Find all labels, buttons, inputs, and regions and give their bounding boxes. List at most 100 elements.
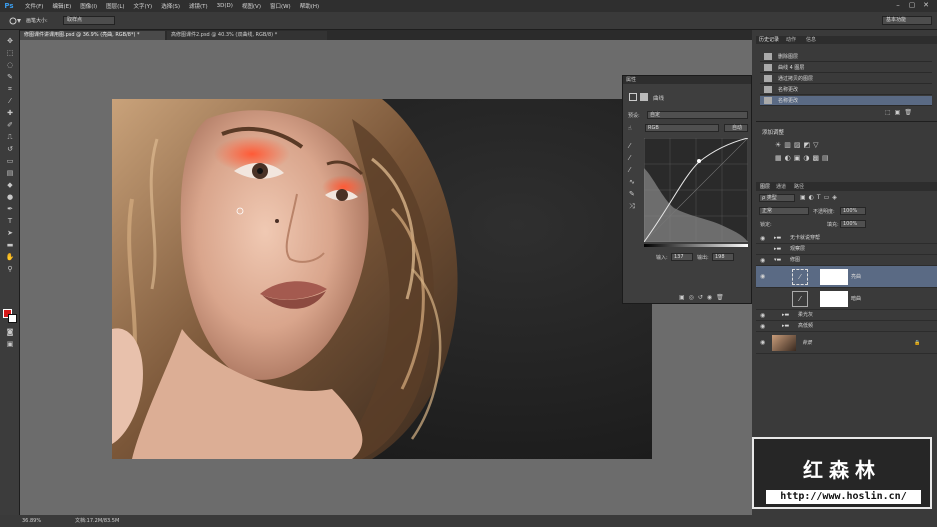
- menu-layer[interactable]: 图层(L): [106, 2, 124, 10]
- lock-label: 锁定:: [760, 222, 772, 228]
- layer-row[interactable]: ◉ ▸▬ 高低频: [756, 321, 937, 332]
- clone-stamp-tool-icon[interactable]: ⎍: [4, 132, 16, 142]
- type-tool-icon[interactable]: T: [4, 216, 16, 226]
- gradient-tool-icon[interactable]: ▤: [4, 168, 16, 178]
- pen-tool-icon[interactable]: ✒: [4, 204, 16, 214]
- menu-help[interactable]: 帮助(H): [300, 2, 319, 10]
- layer-name: 暗曲: [851, 296, 862, 302]
- path-select-tool-icon[interactable]: ➤: [4, 228, 16, 238]
- blend-mode-select[interactable]: 正常: [759, 207, 809, 215]
- tab-info[interactable]: 信息: [806, 36, 816, 44]
- tab-label: 高修图课件2.psd @ 40.3% (双曲线, RGB/8) *: [171, 32, 278, 38]
- workspace-select[interactable]: 基本功能: [882, 16, 932, 25]
- visibility-eye-icon[interactable]: ◉: [760, 255, 765, 266]
- history-item[interactable]: 名称更改: [760, 85, 932, 95]
- input-value-field[interactable]: 137: [671, 253, 693, 261]
- sample-select[interactable]: 取样点: [63, 16, 115, 25]
- history-item[interactable]: 曲线 4 图层: [760, 63, 932, 73]
- zoom-level[interactable]: 36.89%: [22, 515, 41, 527]
- history-item[interactable]: 名称更改: [760, 96, 932, 106]
- menu-type[interactable]: 文字(Y): [134, 2, 153, 10]
- screen-mode-icon[interactable]: ▣: [4, 339, 16, 349]
- layer-row[interactable]: ◉ ▸▬ 无卡就说穿帮: [756, 233, 937, 244]
- quick-mask-icon[interactable]: ◙: [4, 327, 16, 337]
- tab-history[interactable]: 历史记录: [759, 36, 779, 44]
- history-item[interactable]: 删除图层: [760, 52, 932, 62]
- spot-healing-tool-icon[interactable]: [8, 16, 22, 26]
- blur-tool-icon[interactable]: ◆: [4, 180, 16, 190]
- layer-row[interactable]: ⁄ 暗曲: [756, 288, 937, 310]
- layer-row[interactable]: ◉ ▸▬ 柔光灰: [756, 310, 937, 321]
- zoom-tool-icon[interactable]: ⚲: [4, 264, 16, 274]
- properties-footer-icons[interactable]: ▣◎↺◉🗑: [679, 294, 749, 302]
- layer-row[interactable]: ▸▬ 观察层: [756, 244, 937, 255]
- properties-header[interactable]: 属性: [623, 76, 751, 84]
- folder-icon: ▸▬: [774, 235, 782, 241]
- tab-layers[interactable]: 图层: [760, 183, 770, 191]
- layer-mask-thumbnail[interactable]: [820, 291, 848, 307]
- fill-input[interactable]: 100%: [840, 220, 866, 228]
- menu-view[interactable]: 视图(V): [242, 2, 261, 10]
- on-image-adjust-icon[interactable]: ☝: [628, 125, 632, 132]
- history-actions[interactable]: ⬚▣🗑: [885, 109, 930, 117]
- channel-select[interactable]: RGB: [645, 124, 719, 132]
- move-tool-icon[interactable]: ✥: [4, 36, 16, 46]
- mask-icon[interactable]: [640, 93, 648, 101]
- layer-kind-filter[interactable]: ρ 类型: [759, 194, 795, 202]
- tab-document-2[interactable]: 高修图课件2.psd @ 40.3% (双曲线, RGB/8) *: [167, 31, 327, 40]
- auto-button[interactable]: 自动: [724, 124, 748, 132]
- eyedropper-tool-icon[interactable]: ⁄: [4, 96, 16, 106]
- eraser-tool-icon[interactable]: ▭: [4, 156, 16, 166]
- curves-graph[interactable]: [644, 138, 748, 242]
- visibility-eye-icon[interactable]: ◉: [760, 332, 765, 354]
- tab-channels[interactable]: 通道: [776, 183, 786, 191]
- layer-filter-icons[interactable]: ▣◐T▭◈: [800, 194, 860, 202]
- hand-tool-icon[interactable]: ✋: [4, 252, 16, 262]
- curves-adjustment-icon: ⁄: [792, 291, 808, 307]
- layer-row[interactable]: ◉ 背景 🔒: [756, 332, 937, 354]
- marquee-tool-icon[interactable]: ⬚: [4, 48, 16, 58]
- history-brush-tool-icon[interactable]: ↺: [4, 144, 16, 154]
- menu-filter[interactable]: 滤镜(T): [189, 2, 208, 10]
- dodge-tool-icon[interactable]: ●: [4, 192, 16, 202]
- crop-tool-icon[interactable]: ⌗: [4, 84, 16, 94]
- menu-file[interactable]: 文件(F): [25, 2, 43, 10]
- maximize-button[interactable]: ▢: [907, 1, 917, 10]
- tab-actions[interactable]: 动作: [786, 36, 796, 44]
- menu-edit[interactable]: 编辑(E): [52, 2, 71, 10]
- tab-document-1[interactable]: 修图课件讲课用图.psd @ 36.9% (亮曲, RGB/8*) *: [20, 31, 165, 40]
- curve-tool-icons[interactable]: ⁄ ⁄ ⁄ ∿ ✎ ⤨: [629, 140, 639, 210]
- background-color-swatch[interactable]: [8, 314, 17, 323]
- visibility-eye-icon[interactable]: ◉: [760, 310, 765, 321]
- folder-icon: ▸▬: [774, 246, 782, 252]
- close-button[interactable]: ✕: [921, 1, 931, 10]
- menu-image[interactable]: 图像(I): [80, 2, 97, 10]
- visibility-eye-icon[interactable]: ◉: [760, 266, 765, 288]
- watermark-logo: 红森林 http://www.hoslin.cn/: [752, 437, 932, 509]
- layer-row-selected[interactable]: ◉ ⁄ 亮曲: [756, 266, 937, 288]
- history-step-icon: [764, 53, 772, 60]
- fill-label: 填充:: [827, 222, 839, 228]
- tab-paths[interactable]: 路径: [794, 183, 804, 191]
- history-item[interactable]: 通过拷贝的图层: [760, 74, 932, 84]
- adjustment-icons[interactable]: ☀▥▨◩▽ ▦◐▣◑▩▤: [775, 139, 855, 169]
- opacity-input[interactable]: 100%: [840, 207, 866, 215]
- preset-select[interactable]: 自定: [647, 111, 748, 119]
- quick-select-tool-icon[interactable]: ✎: [4, 72, 16, 82]
- layer-mask-thumbnail[interactable]: [820, 269, 848, 285]
- visibility-eye-icon[interactable]: ◉: [760, 233, 765, 244]
- minimize-button[interactable]: –: [893, 1, 903, 10]
- menu-select[interactable]: 选择(S): [161, 2, 180, 10]
- document-image[interactable]: [112, 99, 652, 459]
- divider: [756, 121, 937, 122]
- healing-tool-icon[interactable]: ✚: [4, 108, 16, 118]
- shape-tool-icon[interactable]: ▬: [4, 240, 16, 250]
- watermark-title: 红森林: [803, 458, 881, 482]
- brush-tool-icon[interactable]: ✐: [4, 120, 16, 130]
- visibility-eye-icon[interactable]: ◉: [760, 321, 765, 332]
- layer-row[interactable]: ◉ ▾▬ 修图: [756, 255, 937, 266]
- output-value-field[interactable]: 198: [712, 253, 734, 261]
- lasso-tool-icon[interactable]: ◌: [4, 60, 16, 70]
- menu-3d[interactable]: 3D(D): [217, 3, 233, 9]
- menu-window[interactable]: 窗口(W): [270, 2, 291, 10]
